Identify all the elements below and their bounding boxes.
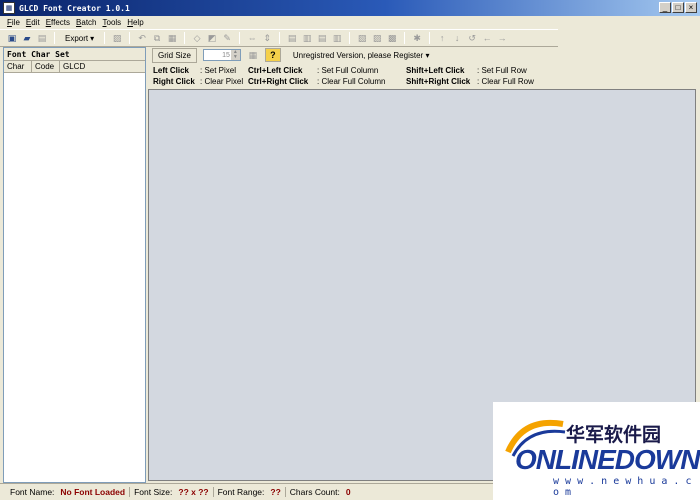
flip-vertical-icon[interactable]: ⇕: [261, 32, 273, 44]
status-font-range: Font Range: ??: [214, 487, 286, 497]
toolbar-separator: [404, 32, 406, 44]
align-left-icon[interactable]: ▧: [356, 32, 368, 44]
rotate-icon[interactable]: ↺: [466, 32, 478, 44]
shift-up-icon[interactable]: ▤: [316, 32, 328, 44]
watermark-cn-text: 华军软件园: [566, 424, 662, 446]
window-controls: _ □ ×: [659, 2, 697, 13]
shift-down-icon[interactable]: ▥: [331, 32, 343, 44]
grid-size-label: Grid Size: [152, 47, 197, 63]
hint-shift-left-desc: : Set Full Row: [477, 66, 527, 75]
brush-icon[interactable]: ✎: [221, 32, 233, 44]
status-chars-count: Chars Count: 0: [289, 487, 351, 497]
chevron-down-icon: ▾: [90, 33, 95, 43]
save-icon[interactable]: ▤: [36, 32, 48, 44]
help-icon: ?: [270, 50, 276, 60]
panel-title: Font Char Set: [4, 48, 145, 61]
minimize-button[interactable]: _: [659, 2, 671, 13]
hint-right-click: Right Click: [153, 77, 195, 86]
hint-shift-right-desc: : Clear Full Row: [477, 77, 534, 86]
shift-right-icon[interactable]: ▥: [301, 32, 313, 44]
toolbar-separator: [54, 32, 55, 44]
status-font-name: Font Name: No Font Loaded: [6, 487, 131, 497]
toolbar-separator: [279, 32, 281, 44]
title-bar: ▦ GLCD Font Creator 1.0.1 _ □ ×: [0, 0, 700, 16]
copy-icon[interactable]: ⧉: [151, 32, 163, 44]
grid-size-stepper[interactable]: 15 ▲ ▼: [202, 49, 241, 61]
font-char-set-panel: Font Char Set Char Code GLCD: [3, 47, 146, 483]
new-font-icon[interactable]: ▣: [6, 32, 18, 44]
hint-ctrl-right: Ctrl+Right Click: [248, 77, 309, 86]
menu-tools[interactable]: Tools: [100, 18, 125, 27]
watermark-logo: 华军软件园 ONLINEDOWN w w w . n e w h u a . c…: [493, 402, 700, 500]
invert-icon[interactable]: ◩: [206, 32, 218, 44]
column-header-code[interactable]: Code: [32, 61, 60, 72]
close-button[interactable]: ×: [685, 2, 697, 13]
register-dropdown[interactable]: Unregistred Version, please Register ▾: [293, 51, 430, 60]
menu-help[interactable]: Help: [124, 18, 146, 27]
undo-icon[interactable]: ↶: [136, 32, 148, 44]
watermark-en-text: ONLINEDOWN: [515, 444, 700, 475]
menu-bar: File Edit Effects Batch Tools Help: [0, 16, 700, 29]
column-header-char[interactable]: Char: [4, 61, 32, 72]
flip-horizontal-icon[interactable]: ⇔: [246, 32, 258, 44]
shift-left-icon[interactable]: ▤: [286, 32, 298, 44]
eraser-icon[interactable]: ◇: [191, 32, 203, 44]
menu-batch[interactable]: Batch: [73, 18, 99, 27]
hint-right-click-desc: : Clear Pixel: [200, 77, 244, 86]
char-list[interactable]: [4, 73, 145, 468]
toolbar-separator: [104, 32, 106, 44]
column-header-glcd[interactable]: GLCD: [60, 61, 145, 72]
spinner-arrows-icon[interactable]: ▲ ▼: [230, 50, 240, 60]
toolbar: ▣ ▰ ▤ Export ▾ ▨ ↶ ⧉ ▦ ◇ ◩ ✎ ⇔ ⇕ ▤ ▥ ▤ ▥…: [0, 29, 558, 47]
help-button[interactable]: ?: [264, 48, 281, 62]
arrow-up-icon[interactable]: ↑: [436, 32, 448, 44]
mouse-hints: Left Click : Set Pixel Right Click : Cle…: [153, 66, 693, 88]
menu-file[interactable]: File: [4, 18, 23, 27]
window-title: GLCD Font Creator 1.0.1: [19, 3, 130, 13]
char-list-header: Char Code GLCD: [4, 61, 145, 73]
arrow-down-icon[interactable]: ↓: [451, 32, 463, 44]
menu-edit[interactable]: Edit: [23, 18, 43, 27]
toolbar-separator: [429, 32, 431, 44]
options-bar: Grid Size 15 ▲ ▼ ▦ ? Unregistred Version,…: [150, 47, 696, 63]
paste-icon[interactable]: ▦: [166, 32, 178, 44]
toolbar-separator: [129, 32, 131, 44]
menu-effects[interactable]: Effects: [43, 18, 73, 27]
toolbar-separator: [349, 32, 351, 44]
toolbar-separator: [184, 32, 186, 44]
grid-icon[interactable]: ▦: [247, 49, 259, 61]
watermark-url: w w w . n e w h u a . c o m: [553, 476, 692, 498]
app-icon: ▦: [3, 2, 15, 14]
hint-shift-left: Shift+Left Click: [406, 66, 465, 75]
import-image-icon[interactable]: ▨: [111, 32, 123, 44]
hint-left-click-desc: : Set Pixel: [200, 66, 237, 75]
align-right-icon[interactable]: ▨: [371, 32, 383, 44]
maximize-button[interactable]: □: [672, 2, 684, 13]
align-center-icon[interactable]: ▩: [386, 32, 398, 44]
chevron-down-icon: ▾: [425, 50, 430, 60]
hint-ctrl-left: Ctrl+Left Click: [248, 66, 303, 75]
export-button[interactable]: Export ▾: [61, 34, 98, 43]
settings-icon[interactable]: ✱: [411, 32, 423, 44]
arrow-left-icon[interactable]: ←: [481, 32, 493, 44]
toolbar-separator: [239, 32, 241, 44]
status-font-size: Font Size: ?? x ??: [130, 487, 214, 497]
hint-left-click: Left Click: [153, 66, 190, 75]
arrow-right-icon[interactable]: →: [496, 32, 508, 44]
open-folder-icon[interactable]: ▰: [21, 32, 33, 44]
hint-ctrl-left-desc: : Set Full Column: [317, 66, 379, 75]
hint-ctrl-right-desc: : Clear Full Column: [317, 77, 386, 86]
hint-shift-right: Shift+Right Click: [406, 77, 471, 86]
